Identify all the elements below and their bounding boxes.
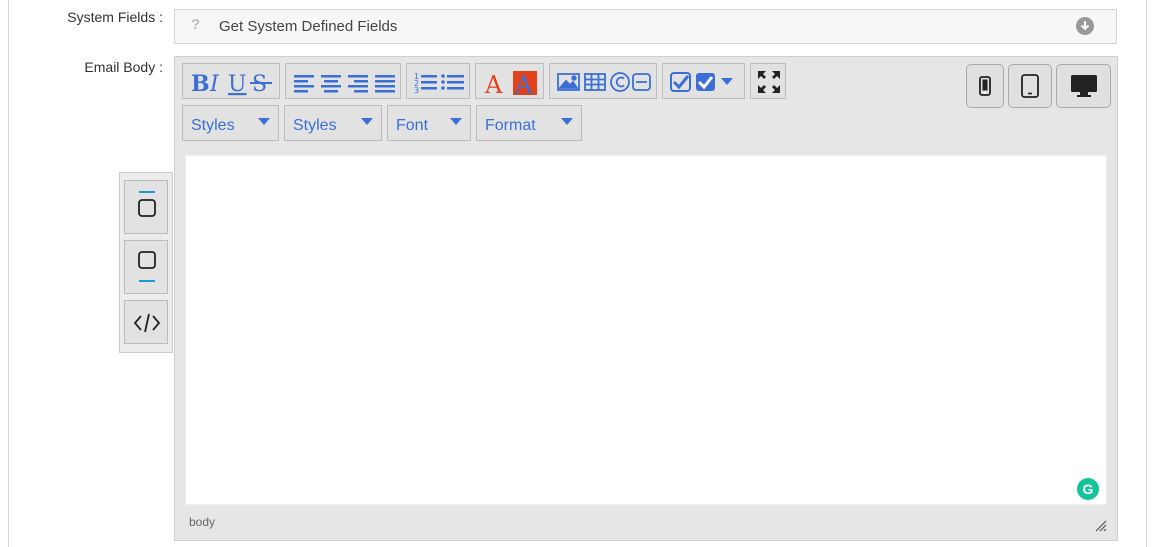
rich-text-editor: B I U S 1 2 3 A A Styles Styles Font For… — [174, 56, 1118, 541]
source-code-icon — [133, 313, 161, 333]
chevron-down-icon — [258, 118, 270, 125]
mobile-preview-button[interactable] — [966, 64, 1004, 108]
help-icon: ? — [191, 16, 201, 33]
svg-text:S: S — [252, 72, 267, 97]
system-fields-value: Get System Defined Fields — [219, 18, 398, 35]
fullscreen-button[interactable] — [750, 63, 786, 99]
svg-text:A: A — [484, 71, 503, 99]
circle-arrow-down-icon — [1076, 17, 1094, 35]
editor-content-area[interactable] — [185, 155, 1107, 505]
insert-group[interactable] — [549, 63, 657, 99]
styles-dropdown-2[interactable]: Styles — [284, 105, 382, 141]
checkbox-group[interactable] — [662, 63, 745, 99]
text-format-group[interactable]: B I U S — [182, 63, 280, 99]
font-dropdown-label: Font — [396, 117, 429, 134]
format-dropdown-label: Format — [485, 117, 536, 134]
block-bottom-icon — [138, 251, 156, 282]
styles-dropdown-label: Styles — [191, 117, 235, 134]
source-code-button[interactable] — [124, 300, 168, 344]
font-dropdown[interactable]: Font — [387, 105, 471, 141]
element-path[interactable]: body — [189, 515, 215, 529]
desktop-icon — [1070, 75, 1097, 97]
svg-text:B: B — [191, 71, 210, 97]
block-top-icon — [138, 191, 156, 217]
email-body-label: Email Body : — [84, 59, 163, 75]
format-dropdown[interactable]: Format — [476, 105, 582, 141]
styles-dropdown-2-label: Styles — [293, 117, 337, 134]
system-fields-select[interactable]: ? Get System Defined Fields — [174, 9, 1117, 44]
chevron-down-icon — [450, 118, 462, 125]
list-group[interactable]: 1 2 3 — [406, 63, 470, 99]
grammarly-icon[interactable]: G — [1077, 478, 1099, 500]
block-bottom-button[interactable] — [124, 240, 168, 294]
alignment-group[interactable] — [285, 63, 401, 99]
styles-dropdown[interactable]: Styles — [182, 105, 279, 141]
svg-text:3: 3 — [414, 86, 419, 95]
tablet-preview-button[interactable] — [1008, 64, 1052, 108]
svg-text:I: I — [209, 72, 220, 97]
block-top-button[interactable] — [124, 180, 168, 234]
svg-text:A: A — [514, 71, 533, 99]
system-fields-label: System Fields : — [67, 9, 163, 25]
mobile-icon — [979, 76, 991, 96]
chevron-down-icon — [361, 118, 373, 125]
color-group[interactable]: A A — [475, 63, 544, 99]
desktop-preview-button[interactable] — [1056, 64, 1111, 108]
chevron-down-icon — [561, 118, 573, 125]
tablet-icon — [1021, 74, 1039, 98]
block-side-panel — [119, 172, 173, 353]
resize-handle-icon[interactable] — [1095, 520, 1107, 532]
